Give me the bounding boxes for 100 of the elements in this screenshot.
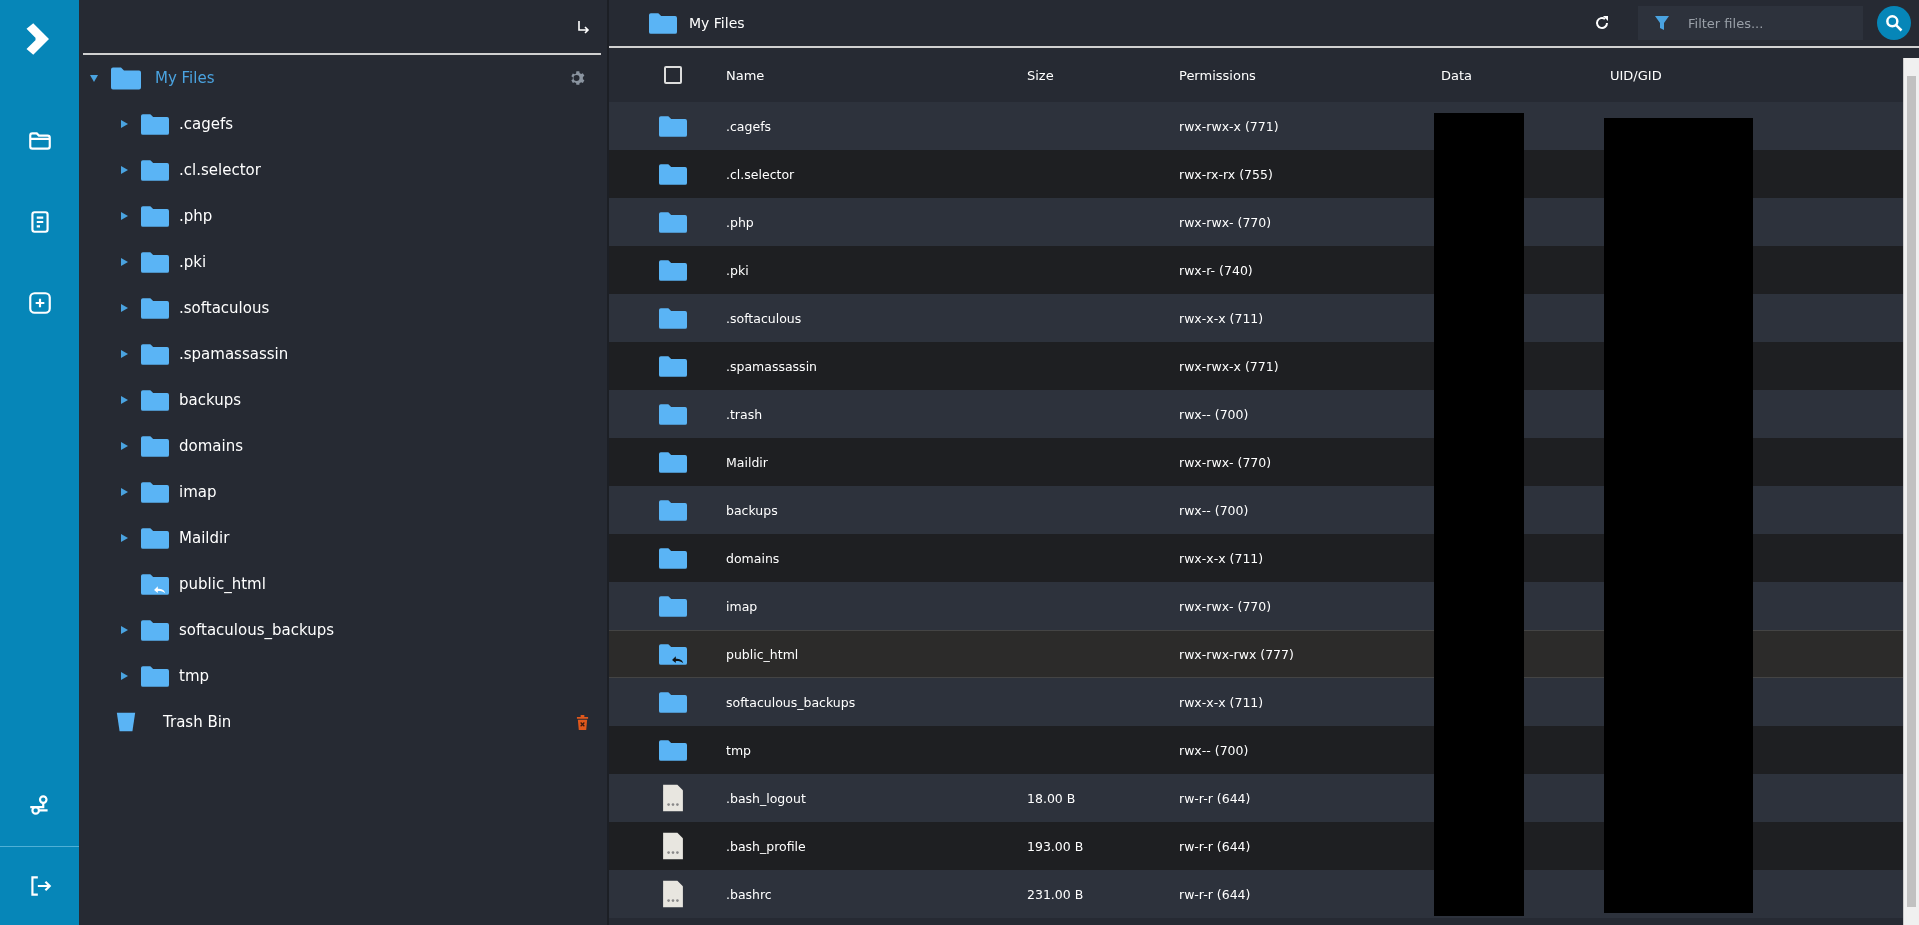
search-button[interactable] [1877,6,1911,40]
file-size: 231.00 B [1027,886,1084,902]
tree-item[interactable]: domains [179,437,243,455]
column-header[interactable]: UID/GID [1610,67,1903,83]
permissions: rwx-x-x (711) [1179,550,1265,566]
file-name[interactable]: backups [726,502,1027,518]
scrollbar[interactable] [1903,58,1919,925]
filter-field[interactable]: Filter files... [1638,6,1863,40]
tree-item[interactable]: .spamassassin [179,345,289,363]
permissions: rwx-- (700) [1179,406,1250,422]
tree-item[interactable]: .cl.selector [179,161,261,179]
folder-icon [658,258,687,282]
folder-icon [658,162,687,186]
file-name[interactable]: softaculous_backups [726,694,1027,710]
permissions: rwx-rwx-x (771) [1179,118,1280,134]
permissions: rwx-r- (740) [1179,262,1254,278]
file-icon [661,831,684,861]
file-name[interactable]: .cl.selector [726,166,1027,182]
column-header[interactable]: Data [1441,67,1610,83]
caret-icon[interactable] [119,533,129,543]
folder-icon [141,618,169,642]
folder-icon [141,204,169,228]
folder-icon [141,526,169,550]
file-name[interactable]: domains [726,550,1027,566]
refresh-icon[interactable] [1594,15,1610,31]
tree-item[interactable]: Maildir [179,529,230,547]
folder-icon [658,450,687,474]
column-header[interactable]: Permissions [1179,67,1441,83]
page-title: My Files [689,15,745,31]
folder-icon [141,250,169,274]
linked-folder-icon [658,642,687,666]
folder-icon [658,402,687,426]
tree-item[interactable]: .cagefs [179,115,234,133]
tree-item[interactable]: .softaculous [179,299,270,317]
file-name[interactable]: .cagefs [726,118,1027,134]
filter-icon [1654,15,1670,31]
caret-icon[interactable] [119,349,129,359]
file-size: 193.00 B [1027,838,1084,854]
folder-icon [658,594,687,618]
delete-icon[interactable] [576,714,589,730]
permissions: rwx-x-x (711) [1179,310,1265,326]
caret-icon[interactable] [119,257,129,267]
folder-icon [658,114,687,138]
caret-icon[interactable] [119,625,129,635]
tree-item[interactable]: tmp [179,667,209,685]
file-name[interactable]: .pki [726,262,1027,278]
folder-icon [111,65,141,91]
caret-icon[interactable] [119,441,129,451]
folder-icon [658,210,687,234]
add-icon[interactable] [26,290,53,316]
tree-item[interactable]: softaculous_backups [179,621,335,639]
caret-icon[interactable] [119,303,129,313]
permissions: rwx-x-x (711) [1179,694,1265,710]
file-name[interactable]: tmp [726,742,1027,758]
permissions: rwx-rwx-rwx (777) [1179,646,1295,662]
collapse-icon[interactable] [575,18,591,35]
file-name[interactable]: .trash [726,406,1027,422]
tree-item[interactable]: .php [179,207,213,225]
file-name[interactable]: .spamassassin [726,358,1027,374]
caret-icon[interactable] [119,165,129,175]
caret-icon[interactable] [119,395,129,405]
select-all-checkbox[interactable] [663,66,682,84]
caret-icon[interactable] [119,119,129,129]
file-name[interactable]: imap [726,598,1027,614]
permissions: rwx-- (700) [1179,742,1250,758]
permissions: rwx-rx-rx (755) [1179,166,1274,182]
file-icon [661,879,684,909]
search-icon [1884,13,1904,33]
folder-icon [141,434,169,458]
caret-icon[interactable] [89,73,99,83]
file-name[interactable]: .php [726,214,1027,230]
folder-icon [141,342,169,366]
file-name[interactable]: .bash_logout [726,790,1027,806]
tree-item[interactable]: My Files [155,69,215,87]
caret-icon[interactable] [119,671,129,681]
tree-item[interactable]: backups [179,391,242,409]
permissions: rwx-rwx-x (771) [1179,358,1280,374]
tree-item[interactable]: .pki [179,253,207,271]
file-icon [661,783,684,813]
file-name[interactable]: Maildir [726,454,1027,470]
folder-icon [141,296,169,320]
folder-icon [658,354,687,378]
file-name[interactable]: public_html [726,646,1027,662]
linked-folder-icon [141,572,169,596]
column-header[interactable]: Size [1027,67,1179,83]
file-name[interactable]: .softaculous [726,310,1027,326]
file-name[interactable]: .bashrc [726,886,1027,902]
tree-item[interactable]: public_html [179,575,266,593]
folder-icon [141,112,169,136]
permissions: rw-r-r (644) [1179,838,1252,854]
caret-icon[interactable] [119,211,129,221]
folder-icon [658,306,687,330]
column-header[interactable]: Name [726,67,1027,83]
file-name[interactable]: .bash_profile [726,838,1027,854]
tree-item[interactable]: Trash Bin [163,713,232,731]
folder-icon [658,738,687,762]
caret-icon[interactable] [119,487,129,497]
tree-item[interactable]: imap [179,483,217,501]
folder-icon [141,480,169,504]
folder-icon [658,690,687,714]
